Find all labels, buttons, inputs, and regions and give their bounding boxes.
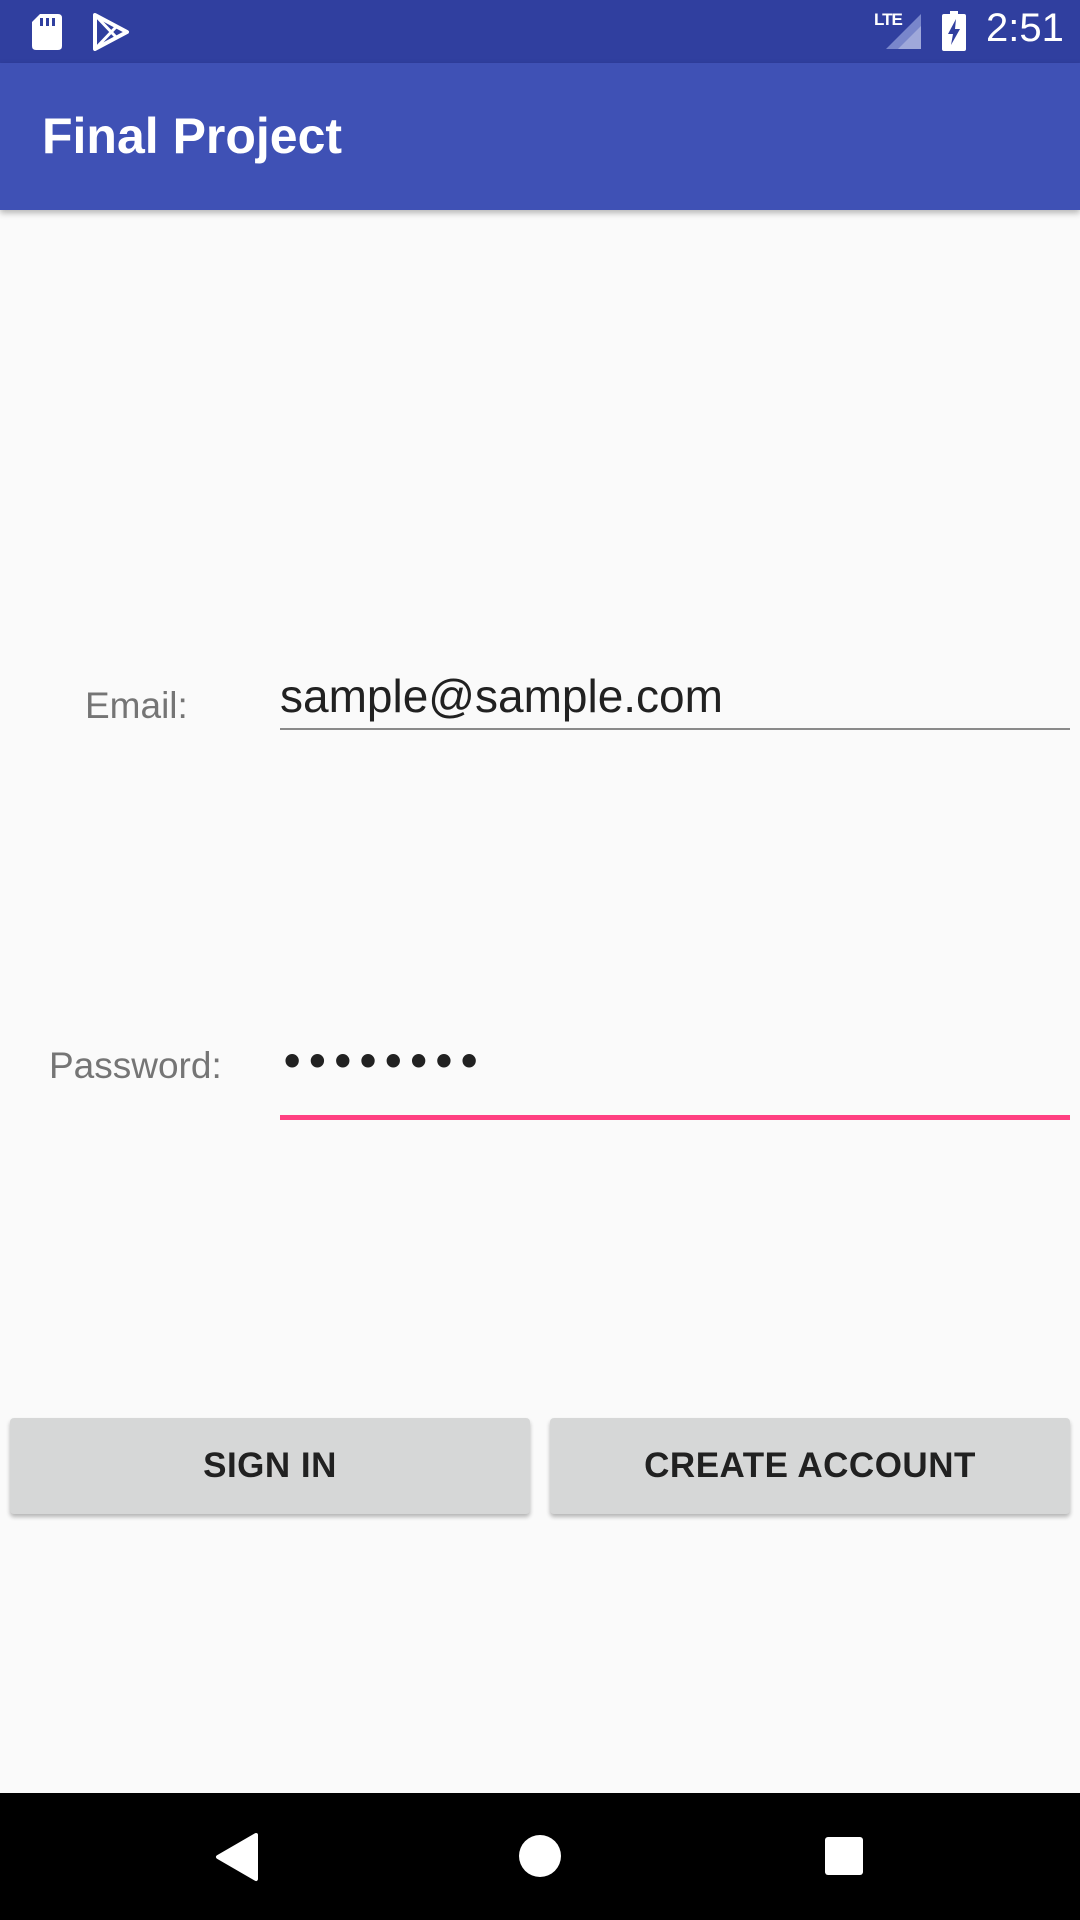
sign-in-button[interactable]: SIGN IN	[10, 1418, 530, 1514]
email-label: Email:	[85, 685, 188, 726]
app-title: Final Project	[42, 108, 343, 164]
recents-icon[interactable]	[824, 1836, 864, 1876]
navigation-bar	[0, 1793, 1080, 1920]
home-icon[interactable]	[518, 1834, 562, 1878]
app-bar: Final Project	[0, 63, 1080, 210]
play-store-icon	[93, 13, 129, 51]
battery-charging-icon	[942, 11, 966, 51]
back-icon[interactable]	[214, 1832, 258, 1882]
create-account-button[interactable]: CREATE ACCOUNT	[550, 1418, 1070, 1514]
screen: LTE 2:51 Final Project Email: Password: …	[0, 0, 1080, 1920]
lte-signal-icon	[886, 14, 921, 49]
status-time: 2:51	[986, 6, 1064, 50]
password-label: Password:	[49, 1045, 222, 1086]
password-field[interactable]	[280, 1040, 1070, 1120]
sd-card-icon	[32, 14, 62, 50]
email-field[interactable]	[280, 664, 1070, 730]
status-bar: LTE 2:51	[0, 0, 1080, 63]
